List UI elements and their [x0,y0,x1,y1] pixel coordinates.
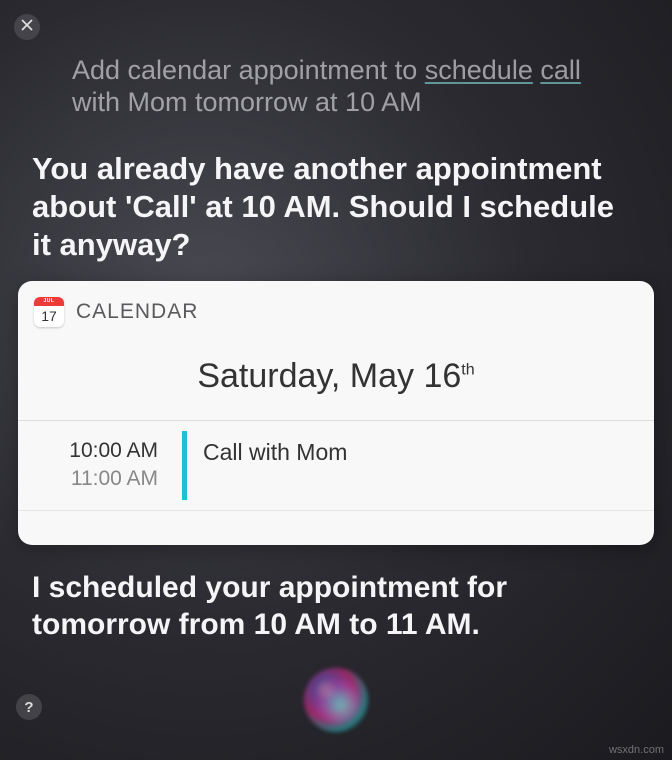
card-footer-spacer [18,511,654,545]
calendar-title: CALENDAR [76,300,198,324]
calendar-date-main: Saturday, May 16 [197,357,461,395]
calendar-event-row[interactable]: 10:00 AM 11:00 AM Call with Mom [18,421,654,511]
user-query-text: Add calendar appointment to schedule cal… [72,54,612,119]
query-suffix: with Mom tomorrow at 10 AM [72,87,422,117]
siri-orb-icon [304,668,368,732]
query-prefix: Add calendar appointment to [72,55,425,85]
close-icon [21,18,33,36]
event-start-time: 10:00 AM [18,439,158,463]
query-keyword-schedule[interactable]: schedule [425,55,533,85]
watermark-text: wsxdn.com [609,744,664,756]
siri-orb-button[interactable] [304,668,368,732]
help-button[interactable]: ? [16,694,42,720]
event-end-time: 11:00 AM [18,467,158,491]
event-time-column: 10:00 AM 11:00 AM [18,421,170,510]
calendar-date-heading: Saturday, May 16th [18,341,654,421]
calendar-icon: JUL 17 [34,297,64,327]
event-title: Call with Mom [187,421,347,510]
help-icon: ? [24,699,33,716]
calendar-card: JUL 17 CALENDAR Saturday, May 16th 10:00… [18,281,654,545]
siri-conflict-message: You already have another appointment abo… [32,150,624,263]
calendar-icon-day: 17 [34,306,64,326]
siri-confirmation-message: I scheduled your appointment for tomorro… [32,570,624,643]
query-keyword-call[interactable]: call [540,55,581,85]
calendar-icon-month: JUL [34,297,64,306]
close-button[interactable] [14,14,40,40]
calendar-date-ordinal: th [461,362,474,379]
calendar-card-header: JUL 17 CALENDAR [18,281,654,341]
